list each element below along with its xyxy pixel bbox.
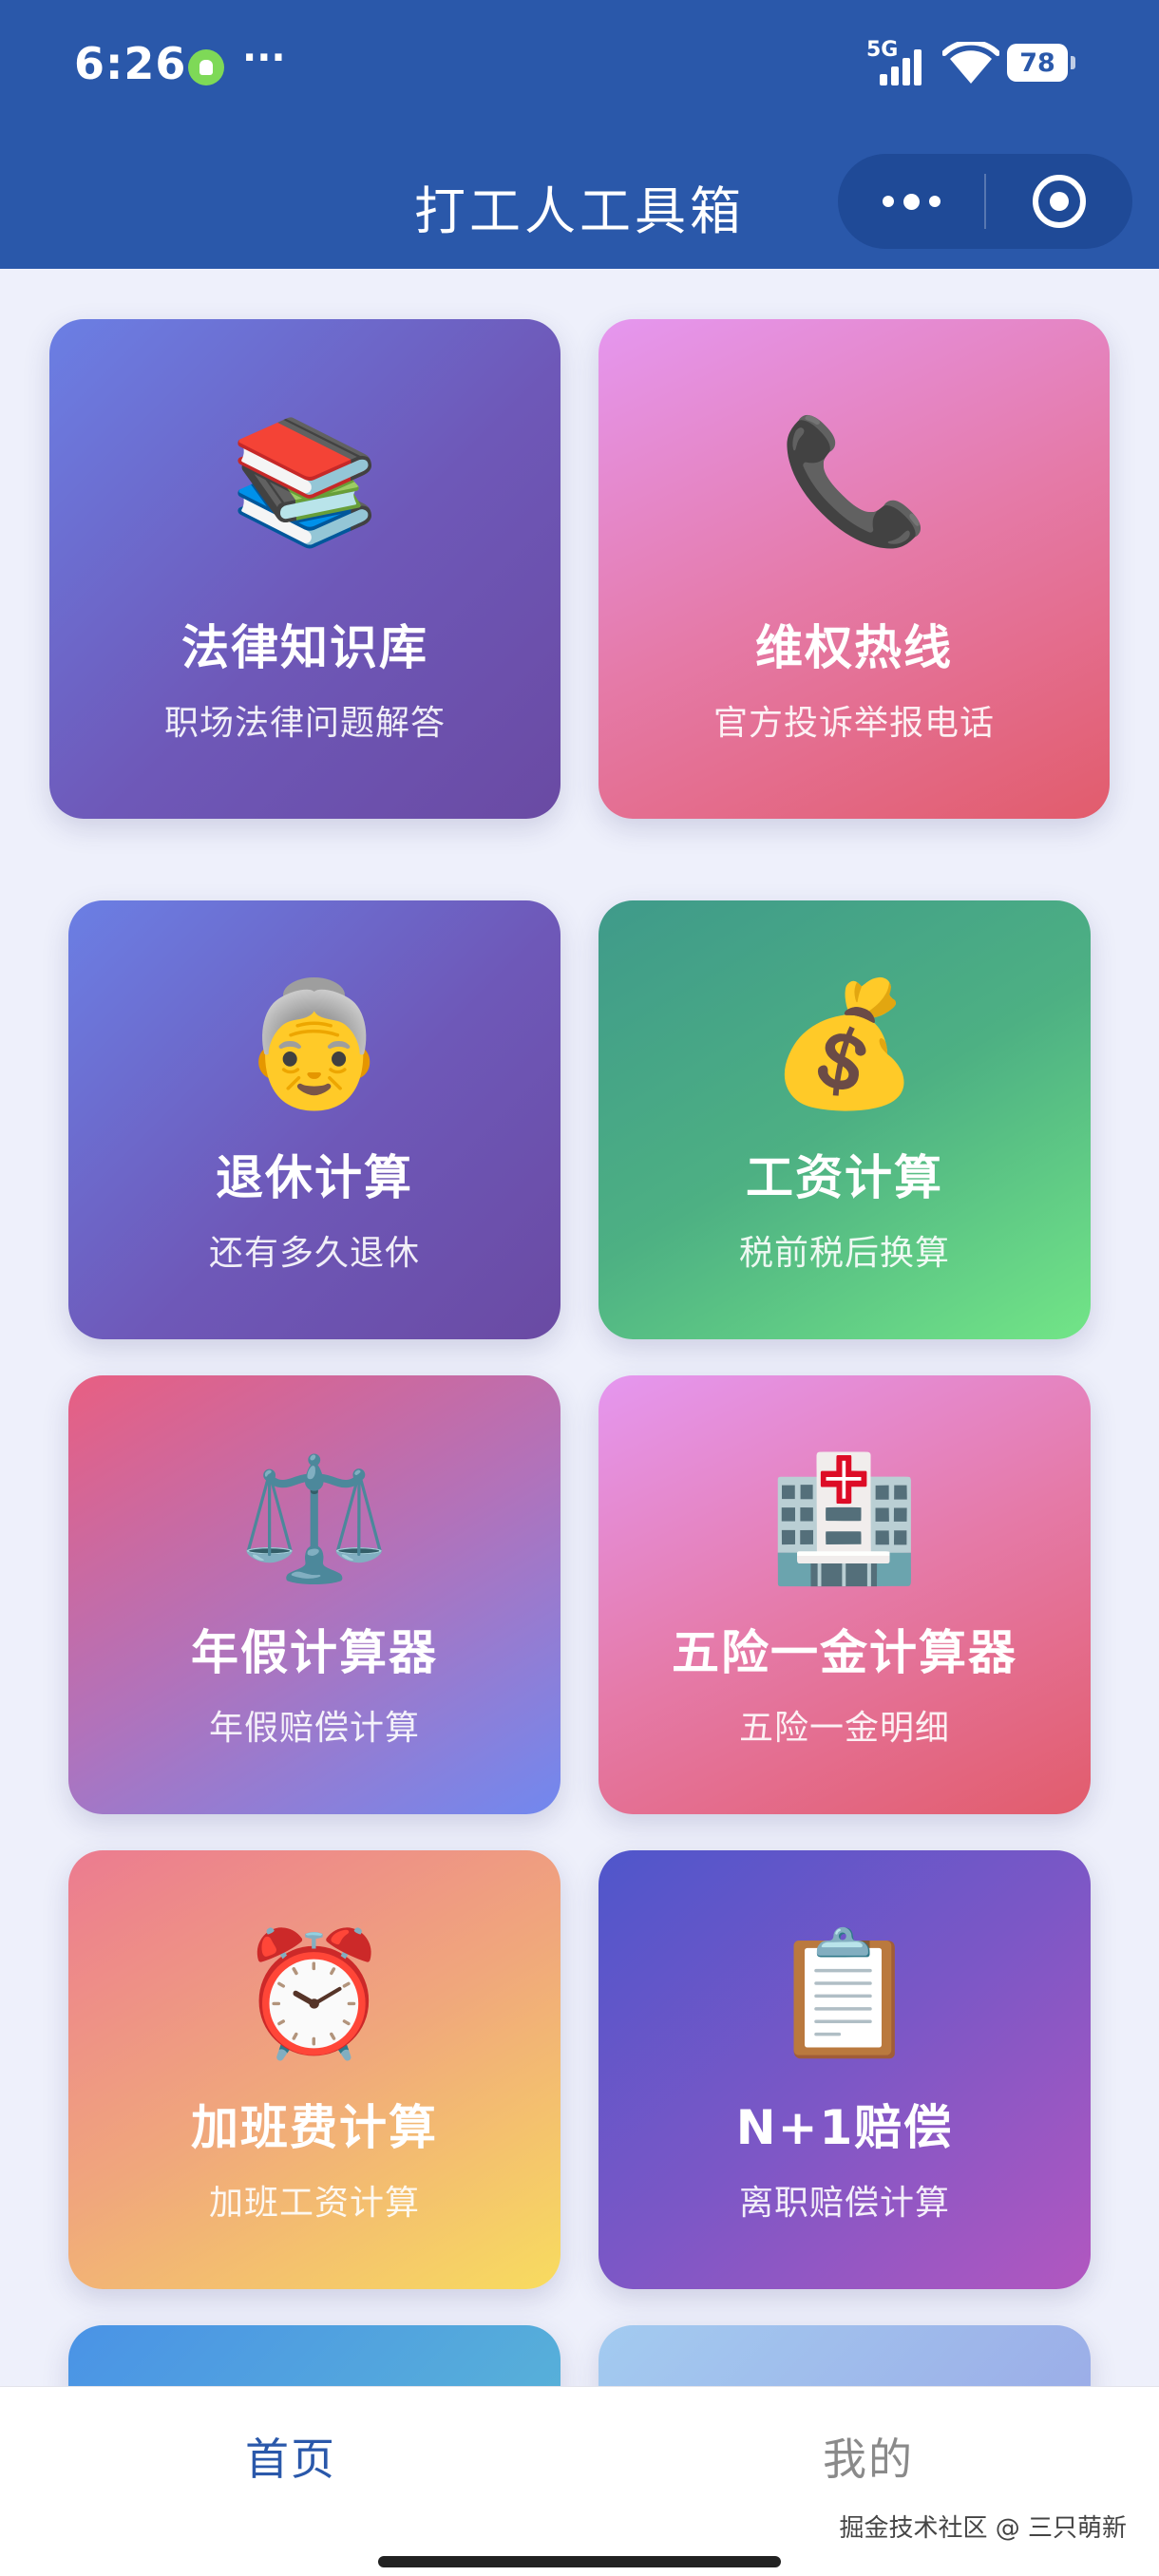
tool-card-subtitle: 税前税后换算 bbox=[738, 1234, 950, 1273]
tool-card-social-insurance[interactable]: 🏥 五险一金计算器 五险一金明细 bbox=[598, 1375, 1091, 1814]
tool-card-subtitle: 离职赔偿计算 bbox=[738, 2184, 950, 2223]
more-dots-icon bbox=[882, 193, 940, 210]
tool-card-subtitle: 职场法律问题解答 bbox=[163, 704, 446, 743]
tool-card-title: 五险一金计算器 bbox=[672, 1625, 1017, 1680]
top-bar: 6:26 ··· 5G 78 打工人工具箱 bbox=[0, 0, 1159, 269]
signal-icon bbox=[880, 47, 923, 85]
telephone-icon: 📞 bbox=[778, 411, 930, 553]
bottom-tab-bar: 首页 我的 掘金技术社区 @ 三只萌新 bbox=[0, 2386, 1159, 2576]
clipboard-icon: 📋 bbox=[769, 1923, 921, 2065]
tool-card-legal-knowledge[interactable]: 📚 法律知识库 职场法律问题解答 bbox=[49, 319, 560, 819]
tab-home[interactable]: 首页 bbox=[245, 2425, 336, 2488]
tool-card-title: 年假计算器 bbox=[191, 1625, 438, 1680]
money-bag-icon: 💰 bbox=[769, 974, 921, 1115]
watermark: 掘金技术社区 @ 三只萌新 bbox=[839, 2514, 1127, 2543]
tab-mine[interactable]: 我的 bbox=[823, 2425, 914, 2488]
status-more-indicator: ··· bbox=[242, 36, 286, 80]
close-button[interactable] bbox=[986, 154, 1132, 249]
tool-card-subtitle: 官方投诉举报电话 bbox=[712, 704, 995, 743]
target-circle-icon bbox=[1032, 175, 1086, 228]
tool-card-title: 退休计算 bbox=[216, 1150, 413, 1205]
old-person-icon: 👵 bbox=[238, 974, 390, 1115]
more-button[interactable] bbox=[838, 154, 984, 249]
tool-card-annual-leave[interactable]: ⚖️ 年假计算器 年假赔偿计算 bbox=[68, 1375, 560, 1814]
battery-icon: 78 bbox=[1007, 44, 1075, 82]
tool-card-retirement[interactable]: 👵 退休计算 还有多久退休 bbox=[68, 900, 560, 1339]
tool-card-title: 法律知识库 bbox=[181, 620, 428, 675]
hospital-icon: 🏥 bbox=[769, 1449, 921, 1590]
tool-card-subtitle: 加班工资计算 bbox=[208, 2184, 420, 2223]
tool-card-salary[interactable]: 💰 工资计算 税前税后换算 bbox=[598, 900, 1091, 1339]
app-notification-icon bbox=[188, 49, 224, 85]
mini-program-capsule bbox=[838, 154, 1132, 249]
tool-card-title: N+1赔偿 bbox=[735, 2100, 954, 2155]
wifi-icon bbox=[942, 42, 999, 84]
tool-card-severance[interactable]: 📋 N+1赔偿 离职赔偿计算 bbox=[598, 1850, 1091, 2289]
status-icons: 5G 78 bbox=[863, 38, 1081, 89]
scales-icon: ⚖️ bbox=[238, 1449, 390, 1590]
tool-card-hotline[interactable]: 📞 维权热线 官方投诉举报电话 bbox=[598, 319, 1110, 819]
home-indicator[interactable] bbox=[378, 2556, 781, 2567]
status-time: 6:26 bbox=[74, 38, 187, 89]
books-icon: 📚 bbox=[229, 411, 381, 553]
tool-card-subtitle: 还有多久退休 bbox=[208, 1234, 420, 1273]
alarm-clock-icon: ⏰ bbox=[238, 1923, 390, 2065]
tool-card-title: 加班费计算 bbox=[191, 2100, 438, 2155]
tool-card-subtitle: 年假赔偿计算 bbox=[208, 1709, 420, 1748]
tool-card-overtime[interactable]: ⏰ 加班费计算 加班工资计算 bbox=[68, 1850, 560, 2289]
tool-card-subtitle: 五险一金明细 bbox=[738, 1709, 950, 1748]
tool-card-title: 维权热线 bbox=[755, 620, 953, 675]
tool-card-title: 工资计算 bbox=[746, 1150, 943, 1205]
